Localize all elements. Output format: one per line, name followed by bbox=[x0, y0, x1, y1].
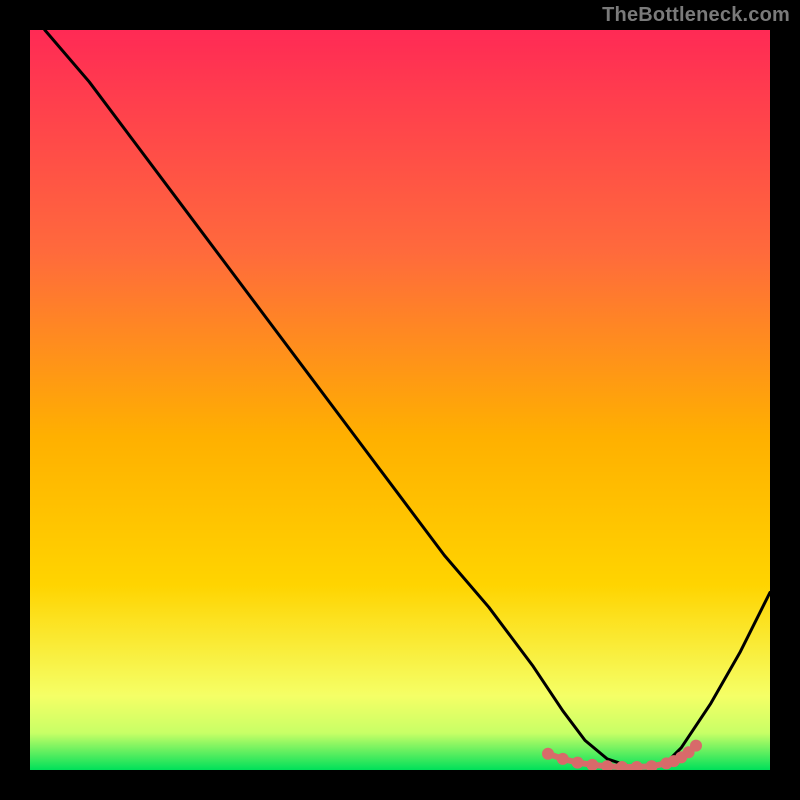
chart-stage: TheBottleneck.com bbox=[0, 0, 800, 800]
marker-optimal-range-markers bbox=[557, 753, 569, 765]
marker-optimal-range-markers bbox=[690, 740, 702, 752]
marker-optimal-range-markers bbox=[572, 757, 584, 769]
watermark-label: TheBottleneck.com bbox=[602, 4, 790, 27]
chart-background bbox=[30, 30, 770, 770]
chart-plot bbox=[30, 30, 770, 770]
chart-svg bbox=[30, 30, 770, 770]
marker-optimal-range-markers bbox=[542, 748, 554, 760]
